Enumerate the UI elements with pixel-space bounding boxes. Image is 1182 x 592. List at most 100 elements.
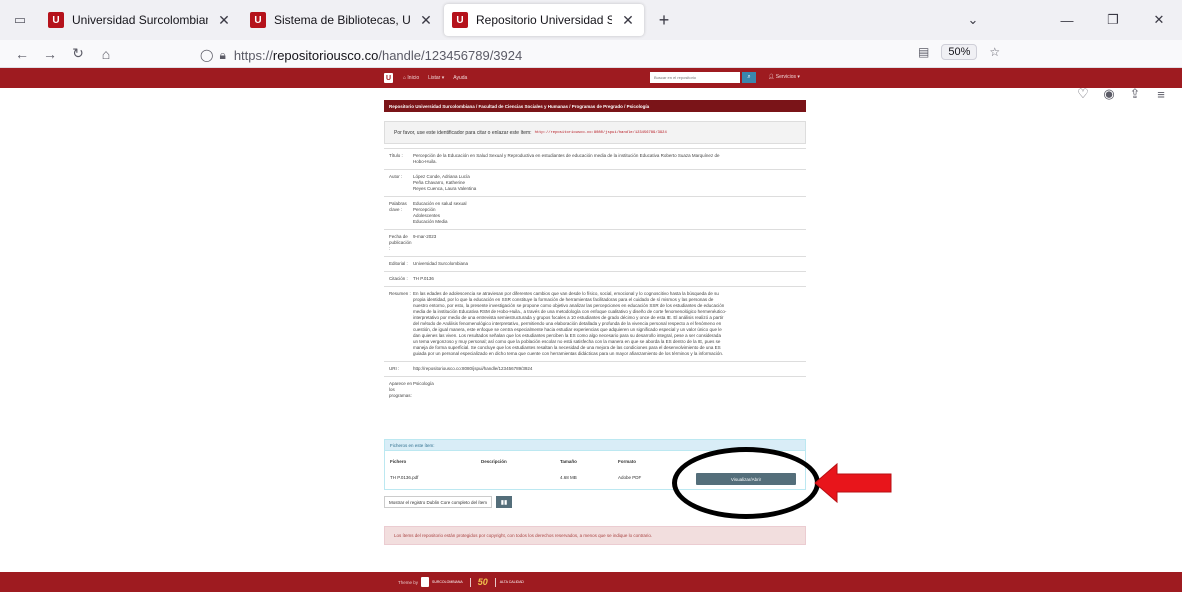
window-controls: ⌄ — ❐ ✕ bbox=[950, 0, 1182, 40]
column-header: Fichero bbox=[390, 459, 407, 464]
site-navigation: U ⌂ Inicio Listar ▾ Ayuda ⌕ 👤︎ Servicios… bbox=[384, 68, 804, 88]
metadata-row: Resumen : En las edades de adolescencia s… bbox=[384, 286, 806, 361]
metadata-label: Autor : bbox=[389, 174, 403, 179]
browser-tab-bar: ▭ U Universidad Surcolombiana ✕ U Sistem… bbox=[0, 0, 1182, 40]
metadata-row: Aparece en los programas: Psicología bbox=[384, 376, 806, 403]
cite-url-link[interactable]: http://repositoriousco.co:8080/jspui/han… bbox=[535, 131, 667, 135]
footer-theme-by: Theme by bbox=[398, 579, 419, 585]
lock-icon: 🔒︎ bbox=[219, 47, 226, 62]
url-bar[interactable]: ◯ 🔒︎ https:// repositoriousco.co /handle… bbox=[200, 44, 1000, 66]
metadata-label: Aparece en los programas: bbox=[389, 381, 413, 398]
metadata-row: Palabras clave : Educación en salud sexua… bbox=[384, 196, 806, 229]
nav-help-link[interactable]: Ayuda bbox=[453, 75, 467, 81]
annotation-arrow-icon bbox=[814, 462, 892, 504]
footer-divider bbox=[469, 577, 471, 587]
zoom-level-button[interactable]: 50% bbox=[941, 44, 978, 60]
metadata-value-line: Universidad Surcolombiana bbox=[413, 261, 469, 266]
nav-home-link[interactable]: ⌂ Inicio bbox=[403, 75, 419, 81]
metadata-row: Fecha de publicación :9-mar-2023 bbox=[384, 229, 806, 256]
menu-icon[interactable]: ≡ bbox=[1148, 87, 1174, 102]
metadata-value-line: Reyes Cuenca, Laura Valentina bbox=[413, 186, 477, 191]
university-favicon-icon: U bbox=[48, 12, 64, 28]
metadata-value: Percepción de la Educación en Salud Sexu… bbox=[413, 153, 800, 165]
close-window-icon[interactable]: ✕ bbox=[1136, 12, 1182, 28]
metadata-row: Autor : López Conde, Adriana Lucía Peña Ch… bbox=[384, 169, 806, 196]
url-bar-actions: ▤ 50% ☆ bbox=[918, 44, 1000, 60]
footer-university-name: SURCOLOMBIANA bbox=[432, 580, 463, 584]
metadata-label: URI : bbox=[389, 366, 400, 371]
file-format: Adobe PDF bbox=[618, 475, 642, 480]
metadata-value: TH P.0136 bbox=[413, 276, 800, 282]
restore-icon[interactable]: ❐ bbox=[1090, 12, 1136, 28]
site-footer bbox=[0, 572, 1182, 592]
account-icon[interactable]: ◉ bbox=[1096, 86, 1122, 102]
metadata-row: Editorial : Universidad Surcolombiana bbox=[384, 256, 806, 271]
chevron-down-icon[interactable]: ⌄ bbox=[950, 12, 996, 28]
services-menu[interactable]: 👤︎ Servicios ▾ bbox=[768, 74, 800, 80]
close-tab-icon[interactable]: ✕ bbox=[418, 12, 434, 29]
shield-icon: ◯ bbox=[200, 48, 214, 62]
annotation-circle bbox=[672, 447, 820, 519]
statistics-icon[interactable]: ▮▮ bbox=[496, 496, 513, 508]
back-icon[interactable]: ← bbox=[8, 40, 36, 68]
reload-icon[interactable]: ↻ bbox=[64, 40, 92, 68]
metadata-row: Citación : TH P.0136 bbox=[384, 271, 806, 286]
forward-icon[interactable]: → bbox=[36, 40, 64, 68]
tab-title: Sistema de Bibliotecas, Universi bbox=[274, 13, 410, 27]
metadata-value-line: Psicología bbox=[413, 381, 434, 386]
close-tab-icon[interactable]: ✕ bbox=[216, 12, 232, 29]
metadata-row: URI : http://repositoriousco.co:8080/jspu… bbox=[384, 361, 806, 376]
column-header: Formato bbox=[618, 459, 636, 464]
metadata-label: Resumen : bbox=[389, 291, 411, 296]
cite-text: Por favor, use este identificador para c… bbox=[394, 129, 532, 136]
metadata-table: Título : Percepción de la Educación en Sa… bbox=[384, 148, 806, 403]
footer-university-logo-icon bbox=[421, 577, 430, 587]
metadata-value-line: Hobo-Huila. bbox=[413, 159, 437, 164]
university-favicon-icon: U bbox=[250, 12, 266, 28]
university-favicon-icon: U bbox=[452, 12, 468, 28]
column-header: Tamaño bbox=[560, 459, 577, 464]
pocket-icon[interactable]: ♡ bbox=[1070, 86, 1096, 102]
tab-bibliotecas[interactable]: U Sistema de Bibliotecas, Universi ✕ bbox=[242, 4, 442, 36]
file-name-link[interactable]: TH P.0136.pdf bbox=[390, 475, 418, 480]
metadata-value-line: Educación Media bbox=[413, 219, 448, 224]
extensions-icon[interactable]: ⇪ bbox=[1122, 86, 1148, 102]
metadata-value: López Conde, Adriana Lucía Peña Chavarro,… bbox=[413, 174, 800, 192]
file-size: 4.68 MB bbox=[560, 475, 577, 480]
metadata-label: Palabras clave : bbox=[389, 201, 407, 212]
home-icon[interactable]: ⌂ bbox=[92, 40, 120, 68]
url-scheme: https:// bbox=[233, 47, 273, 63]
footer-content: Theme by SURCOLOMBIANA 50 ALTA CALIDAD bbox=[398, 577, 527, 587]
metadata-value-line: TH P.0136 bbox=[413, 276, 434, 281]
footer-anniversary-logo: 50 bbox=[477, 577, 488, 587]
search-icon[interactable]: ⌕ bbox=[742, 72, 756, 83]
close-tab-icon[interactable]: ✕ bbox=[620, 12, 636, 29]
breadcrumb[interactable]: Repositorio Universidad Surcolombiana / … bbox=[384, 100, 806, 112]
footer-divider bbox=[494, 577, 496, 587]
site-search-input[interactable] bbox=[650, 72, 740, 83]
column-header: Descripción bbox=[481, 459, 507, 464]
minimize-icon[interactable]: — bbox=[1044, 13, 1090, 28]
tab-repositorio[interactable]: U Repositorio Universidad Surcolo ✕ bbox=[444, 4, 644, 36]
metadata-value: En las edades de adolescencia se atravie… bbox=[413, 291, 800, 357]
tab-title: Repositorio Universidad Surcolo bbox=[476, 13, 612, 27]
reader-view-icon[interactable]: ▤ bbox=[918, 45, 929, 59]
tab-title: Universidad Surcolombiana bbox=[72, 13, 208, 27]
tab-universidad[interactable]: U Universidad Surcolombiana ✕ bbox=[40, 4, 240, 36]
metadata-label: Citación : bbox=[389, 276, 408, 281]
bookmark-star-icon[interactable]: ☆ bbox=[989, 45, 1000, 59]
new-tab-icon[interactable]: + bbox=[650, 6, 678, 34]
cite-identifier-box: Por favor, use este identificador para c… bbox=[384, 121, 806, 144]
url-host: repositoriousco.co bbox=[272, 47, 379, 63]
metadata-row: Título : Percepción de la Educación en Sa… bbox=[384, 148, 806, 169]
site-logo-icon[interactable]: U bbox=[384, 73, 393, 83]
metadata-value: Psicología bbox=[413, 381, 800, 399]
nav-list-menu[interactable]: Listar ▾ bbox=[428, 75, 444, 81]
dublin-core-row: Mostrar el registro Dublin Core completo… bbox=[384, 496, 513, 508]
metadata-value-line: guiada por un personal especializado en … bbox=[413, 351, 724, 356]
metadata-value-line: 9-mar-2023 bbox=[413, 234, 437, 239]
url-path: /handle/123456789/3924 bbox=[378, 47, 523, 63]
tab-list-icon[interactable]: ▭ bbox=[0, 0, 40, 40]
show-dublin-core-button[interactable]: Mostrar el registro Dublin Core completo… bbox=[384, 496, 493, 508]
metadata-value-line: http://repositoriousco.co:8080/jspui/han… bbox=[413, 366, 533, 371]
